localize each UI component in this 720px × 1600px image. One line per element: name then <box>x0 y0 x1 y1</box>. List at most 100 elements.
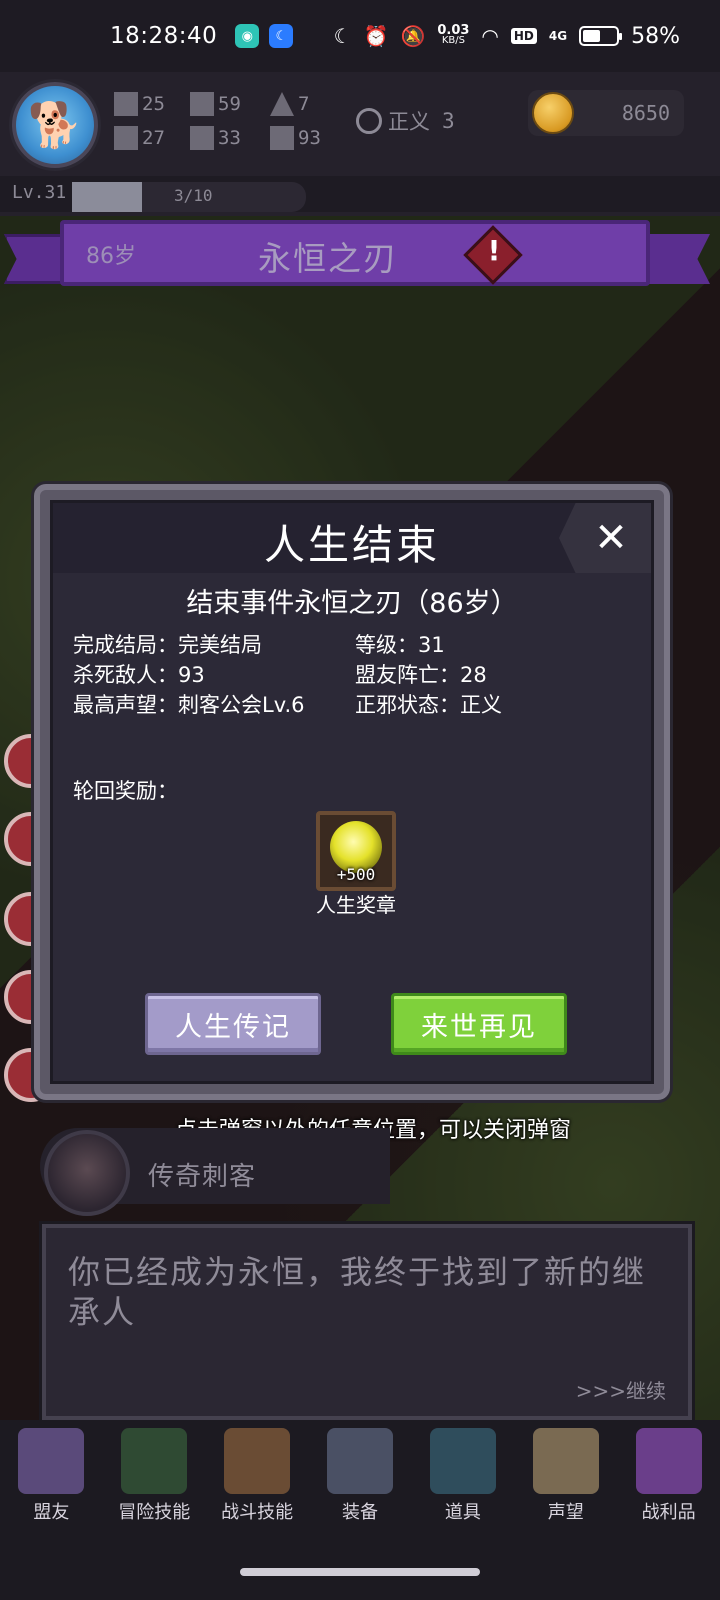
status-icons: ☾ ⏰ 🔕 0.03 KB/S ◠ HD 4G 58% <box>334 24 680 49</box>
battery-icon <box>579 26 623 46</box>
life-biography-button[interactable]: 人生传记 <box>145 993 321 1055</box>
nav-loot[interactable]: 战利品 <box>617 1420 720 1536</box>
stat-value: 93 <box>298 127 321 149</box>
nav-reputation[interactable]: 声望 <box>514 1420 617 1536</box>
wizard-hat-icon <box>270 92 294 116</box>
stat-value: 7 <box>298 93 310 115</box>
mute-icon: 🔕 <box>400 24 426 48</box>
home-indicator[interactable] <box>240 1568 480 1576</box>
reward-item[interactable]: +500 <box>316 811 396 891</box>
rewards-label: 轮回奖励： <box>73 779 178 803</box>
moon-app-icon: ☾ <box>269 24 294 48</box>
dialogue-box[interactable]: 你已经成为永恒，我终于找到了新的继承人 >>>继续 <box>42 1224 692 1420</box>
info-ally-deaths: 盟友阵亡：28 <box>355 663 487 687</box>
bag-icon <box>429 1428 496 1494</box>
nav-label: 声望 <box>547 1502 584 1523</box>
game-header: 🐕 25 59 7 27 33 93 正义 3 8650 Lv.31 3/10 <box>0 72 720 216</box>
info-ending: 完成结局：完美结局 <box>73 633 262 657</box>
stat-strength: 25 <box>114 92 165 116</box>
nav-items[interactable]: 道具 <box>411 1420 514 1536</box>
battery-percent: 58% <box>631 23 680 49</box>
treasure-chest-icon <box>635 1428 702 1494</box>
assassin-avatar-icon <box>44 1130 130 1216</box>
scroll-icon <box>532 1428 599 1494</box>
warning-icon-mark: ! <box>487 234 501 267</box>
hd-badge: HD <box>510 28 537 44</box>
close-icon: ✕ <box>594 515 628 561</box>
nav-label: 战斗技能 <box>221 1502 294 1523</box>
xp-text: 3/10 <box>174 186 213 205</box>
level-row: Lv.31 3/10 <box>0 176 720 212</box>
stat-magic: 7 <box>270 92 309 116</box>
info-level: 等级：31 <box>355 633 445 657</box>
sword-icon <box>190 92 214 116</box>
alignment-label: 正义 <box>388 110 430 134</box>
book-icon <box>121 1428 188 1494</box>
nav-label: 盟友 <box>33 1502 70 1523</box>
player-level: Lv.31 <box>12 182 67 203</box>
banner-age: 86岁 <box>86 244 136 269</box>
continue-button[interactable]: >>>继续 <box>576 1375 666 1404</box>
event-banner: 86岁 永恒之刃 ! <box>4 220 710 290</box>
status-bar: 18:28:40 ◉ ☾ ☾ ⏰ 🔕 0.03 KB/S ◠ HD 4G 58% <box>0 0 720 72</box>
bottom-nav: 盟友 冒险技能 战斗技能 装备 道具 声望 战利品 <box>0 1420 720 1536</box>
stat-value: 59 <box>218 93 241 115</box>
speaker-bar: 传奇刺客 <box>40 1128 390 1216</box>
next-life-button[interactable]: 来世再见 <box>391 993 567 1055</box>
xp-bar-fill <box>72 182 143 212</box>
signal-icon: 4G <box>548 29 568 43</box>
dialog-header: 人生结束 ✕ <box>53 503 651 573</box>
clover-icon <box>114 126 138 150</box>
stat-attack: 59 <box>190 92 241 116</box>
xp-bar: 3/10 <box>72 182 306 212</box>
nav-label: 战利品 <box>641 1502 696 1523</box>
nav-label: 冒险技能 <box>118 1502 191 1523</box>
nav-combat-skills[interactable]: 战斗技能 <box>206 1420 309 1536</box>
dialogue-text: 你已经成为永恒，我终于找到了新的继承人 <box>68 1253 647 1331</box>
clock: 18:28:40 <box>110 23 218 49</box>
alignment-indicator: 正义 3 <box>356 106 455 136</box>
shiba-avatar-icon: 🐕 <box>27 100 83 151</box>
info-reputation: 最高声望：刺客公会Lv.6 <box>73 693 305 717</box>
nav-equipment[interactable]: 装备 <box>309 1420 412 1536</box>
stat-luck: 27 <box>114 126 165 150</box>
shield-icon <box>190 126 214 150</box>
wifi-icon: ◠ <box>481 24 499 48</box>
do-not-disturb-icon: ☾ <box>333 24 352 48</box>
system-home-bar <box>0 1536 720 1600</box>
coin-stack-icon <box>532 92 574 134</box>
network-speed-unit: KB/S <box>441 35 465 46</box>
handshake-icon <box>18 1428 85 1494</box>
alignment-value: 3 <box>442 109 455 133</box>
stat-value: 27 <box>142 127 165 149</box>
close-button[interactable]: ✕ <box>559 503 651 573</box>
life-end-dialog: 人生结束 ✕ 结束事件永恒之刃（86岁） 完成结局：完美结局 等级：31 杀死敌… <box>34 484 670 1100</box>
stat-defense: 33 <box>190 126 241 150</box>
coin-counter: 8650 <box>528 90 684 136</box>
stat-value: 25 <box>142 93 165 115</box>
player-avatar[interactable]: 🐕 <box>12 82 98 168</box>
coin-amount: 8650 <box>621 101 670 125</box>
reward-name: 人生奖章 <box>316 893 396 917</box>
stat-value: 33 <box>218 127 241 149</box>
armor-icon <box>327 1428 393 1494</box>
alarm-icon: ⏰ <box>363 24 389 48</box>
nav-adventure-skills[interactable]: 冒险技能 <box>103 1420 206 1536</box>
yin-yang-icon <box>356 108 382 134</box>
reward-amount: +500 <box>336 865 376 884</box>
stat-nature: 93 <box>270 126 321 150</box>
info-alignment: 正邪状态：正义 <box>355 693 502 717</box>
app-notification-icon: ◉ <box>235 24 260 48</box>
nav-allies[interactable]: 盟友 <box>0 1420 103 1536</box>
dialog-body: 人生结束 ✕ 结束事件永恒之刃（86岁） 完成结局：完美结局 等级：31 杀死敌… <box>50 500 654 1084</box>
nav-label: 装备 <box>342 1502 378 1523</box>
speaker-name: 传奇刺客 <box>148 1162 257 1192</box>
nav-label: 道具 <box>444 1502 481 1523</box>
backpack-icon <box>224 1428 291 1494</box>
info-kills: 杀死敌人：93 <box>73 663 205 687</box>
network-speed: 0.03 KB/S <box>437 24 469 46</box>
banner-title: 永恒之刃 <box>258 239 398 278</box>
leaf-icon <box>270 126 294 150</box>
battery-fill <box>583 30 600 42</box>
fist-icon <box>114 92 138 116</box>
